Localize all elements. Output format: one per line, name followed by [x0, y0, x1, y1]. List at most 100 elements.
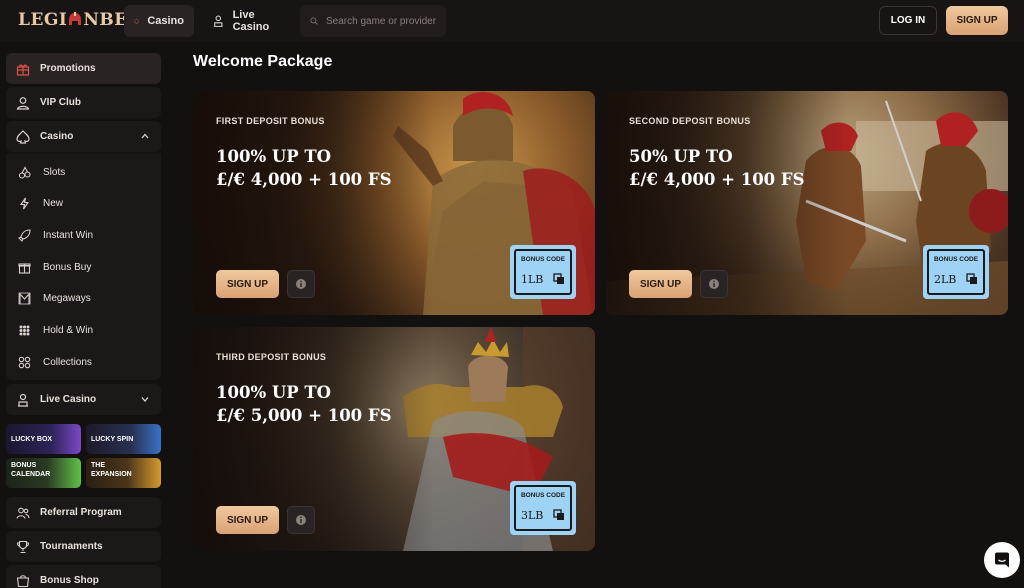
sidebar-item-label: Slots: [43, 166, 66, 178]
sidebar-item-label: Hold & Win: [43, 324, 94, 336]
info-icon: [296, 515, 306, 525]
card-headline-line2: £/€ 5,000 + 100 FS: [216, 406, 392, 425]
tile-label-line1: THE: [91, 462, 105, 469]
lightning-icon: [19, 197, 30, 209]
sidebar-item-bonus-shop[interactable]: Bonus Shop: [6, 565, 161, 588]
megaways-icon: [18, 292, 31, 304]
sidebar-item-megaways[interactable]: Megaways: [6, 284, 161, 312]
info-button[interactable]: [700, 270, 728, 298]
tile-lucky-box[interactable]: LUCKY BOX: [6, 424, 81, 454]
info-icon: [296, 279, 306, 289]
tile-label-line1: BONUS: [11, 462, 37, 469]
card-headline: 100% UP TO £/€ 4,000 + 100 FS: [216, 145, 392, 191]
tile-label-line2: CALENDAR: [11, 471, 51, 478]
nav-live-casino[interactable]: Live Casino: [202, 5, 298, 37]
user-icon: [16, 96, 30, 110]
sidebar-item-collections[interactable]: Collections: [6, 348, 161, 376]
sidebar-item-tournaments[interactable]: Tournaments: [6, 531, 161, 562]
bonus-code-box[interactable]: BONUS CODE 2LB: [923, 245, 989, 299]
bonus-code-box[interactable]: BONUS CODE 1LB: [510, 245, 576, 299]
tile-label-line2: EXPANSION: [91, 471, 132, 478]
promo-tiles: LUCKY BOX LUCKY SPIN BONUS CALENDAR THE …: [6, 424, 161, 488]
bonus-code-value: 2LB: [934, 273, 957, 286]
tile-label: LUCKY BOX: [11, 435, 53, 443]
top-bar: LEGI NBET Casino Live Casino LOG IN SIGN…: [0, 0, 1024, 42]
nav-casino-label: Casino: [147, 15, 184, 27]
info-button[interactable]: [287, 270, 315, 298]
card-headline: 50% UP TO £/€ 4,000 + 100 FS: [629, 145, 805, 191]
card-headline-line2: £/€ 4,000 + 100 FS: [216, 170, 392, 189]
sidebar: Promotions VIP Club Casino Slots New Ins…: [0, 42, 168, 588]
card-label: SECOND DEPOSIT BONUS: [629, 116, 751, 126]
bonus-card-second: SECOND DEPOSIT BONUS 50% UP TO £/€ 4,000…: [606, 91, 1008, 315]
info-icon: [709, 279, 719, 289]
tile-bonus-calendar[interactable]: BONUS CALENDAR: [6, 458, 81, 488]
cherries-icon: [18, 165, 31, 179]
sidebar-item-label: Bonus Shop: [40, 575, 99, 586]
chevron-down-icon[interactable]: [141, 395, 149, 403]
helmet-icon: [68, 12, 82, 28]
tile-label: LUCKY SPIN: [91, 435, 134, 443]
card-headline-line1: 100% UP TO: [216, 147, 332, 166]
card-signup-button[interactable]: SIGN UP: [629, 270, 692, 298]
sidebar-item-promotions[interactable]: Promotions: [6, 53, 161, 84]
rocket-icon: [18, 228, 31, 242]
chevron-up-icon[interactable]: [141, 132, 149, 140]
bonus-code-value: 3LB: [521, 509, 544, 522]
logo[interactable]: LEGI NBET: [18, 10, 141, 30]
collections-icon: [18, 356, 31, 368]
card-headline-line1: 100% UP TO: [216, 383, 332, 402]
sidebar-item-slots[interactable]: Slots: [6, 158, 161, 186]
sidebar-item-label: Instant Win: [43, 229, 94, 241]
dealer-icon: [213, 15, 223, 27]
sidebar-item-instant-win[interactable]: Instant Win: [6, 221, 161, 249]
bonus-card-third: THIRD DEPOSIT BONUS 100% UP TO £/€ 5,000…: [193, 327, 595, 551]
sidebar-item-bonus-buy[interactable]: Bonus Buy: [6, 253, 161, 281]
card-headline-line1: 50% UP TO: [629, 147, 733, 166]
card-signup-button[interactable]: SIGN UP: [216, 506, 279, 534]
copy-icon[interactable]: [553, 273, 565, 285]
search-icon: [310, 17, 318, 25]
sidebar-item-label: Megaways: [43, 292, 91, 304]
users-icon: [16, 507, 30, 519]
bonus-card-first: FIRST DEPOSIT BONUS 100% UP TO £/€ 4,000…: [193, 91, 595, 315]
copy-icon[interactable]: [966, 273, 978, 285]
sidebar-item-label: Casino: [40, 131, 74, 142]
bonus-code-box[interactable]: BONUS CODE 3LB: [510, 481, 576, 535]
live-chat-button[interactable]: [984, 542, 1020, 578]
signup-button[interactable]: SIGN UP: [946, 6, 1008, 35]
sidebar-item-new[interactable]: New: [6, 189, 161, 217]
chat-icon: [995, 552, 1009, 568]
grid-dots-icon: [19, 325, 30, 335]
login-button[interactable]: LOG IN: [879, 6, 937, 35]
gift-icon: [16, 64, 30, 76]
tile-lucky-spin[interactable]: LUCKY SPIN: [86, 424, 161, 454]
sidebar-item-live-casino[interactable]: Live Casino: [6, 384, 161, 415]
sidebar-item-label: VIP Club: [40, 97, 81, 108]
search-box[interactable]: [300, 5, 446, 37]
sidebar-item-label: Tournaments: [40, 541, 103, 552]
copy-icon[interactable]: [553, 509, 565, 521]
sidebar-item-label: New: [43, 197, 64, 209]
nav-casino[interactable]: Casino: [124, 5, 194, 37]
sidebar-item-referral-program[interactable]: Referral Program: [6, 497, 161, 528]
bonus-code-title: BONUS CODE: [520, 256, 566, 263]
search-input[interactable]: [326, 15, 436, 27]
spade-icon: [16, 129, 30, 144]
card-label: THIRD DEPOSIT BONUS: [216, 352, 327, 362]
bonus-code-title: BONUS CODE: [520, 492, 566, 499]
card-signup-button[interactable]: SIGN UP: [216, 270, 279, 298]
sidebar-item-hold-win[interactable]: Hold & Win: [6, 316, 161, 344]
nav-live-casino-label: Live Casino: [232, 9, 270, 33]
sidebar-item-label: Referral Program: [40, 507, 122, 518]
bonus-code-title: BONUS CODE: [933, 256, 979, 263]
card-headline: 100% UP TO £/€ 5,000 + 100 FS: [216, 381, 392, 427]
sidebar-item-casino[interactable]: Casino: [6, 121, 161, 152]
page-title: Welcome Package: [193, 53, 333, 70]
sidebar-item-vip-club[interactable]: VIP Club: [6, 87, 161, 118]
info-button[interactable]: [287, 506, 315, 534]
sidebar-item-label: Bonus Buy: [43, 261, 92, 273]
trophy-icon: [16, 540, 30, 553]
logo-text-left: LEGI: [18, 10, 68, 30]
tile-the-expansion[interactable]: THE EXPANSION: [86, 458, 161, 488]
